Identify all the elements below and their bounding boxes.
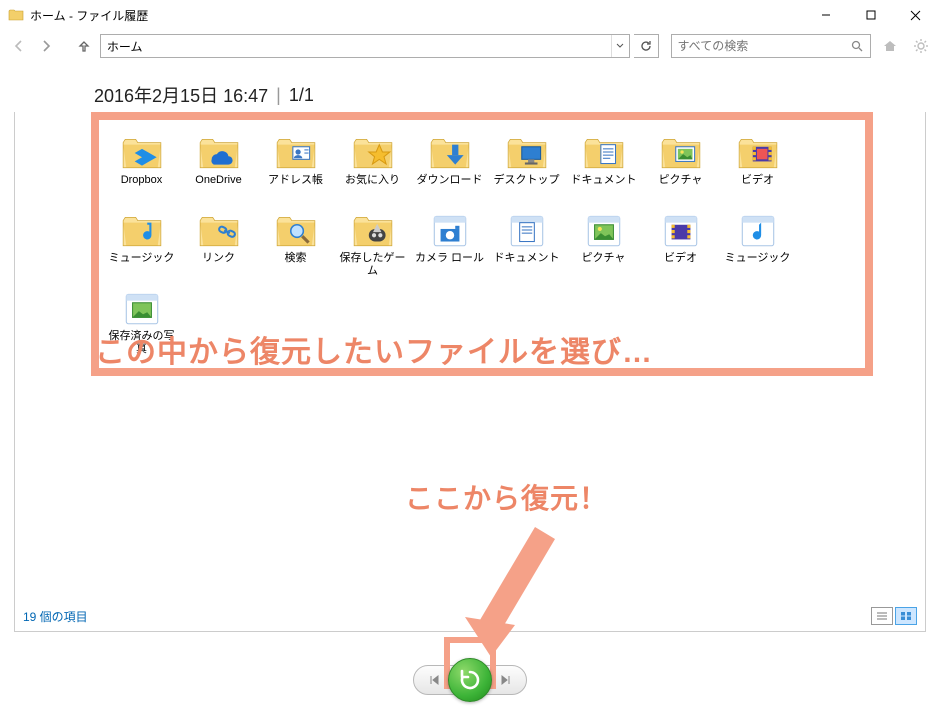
maximize-button[interactable]: [848, 0, 893, 30]
forward-button[interactable]: [35, 34, 58, 58]
folder-icon: [120, 288, 164, 328]
snapshot-header: 2016年2月15日 16:47 | 1/1: [94, 82, 926, 108]
file-panel: Dropbox OneDrive アドレス帳お気に入りダウンロードデスクトップドキュ…: [14, 112, 926, 632]
folder-label: ドキュメント: [494, 252, 560, 278]
folder-label: OneDrive: [195, 174, 241, 200]
up-button[interactable]: [73, 34, 96, 58]
folder-icon: [736, 132, 780, 172]
search-box[interactable]: [671, 34, 871, 58]
folder-item[interactable]: 検索: [257, 206, 334, 282]
content-area: 2016年2月15日 16:47 | 1/1 Dropbox OneDrive アド…: [0, 82, 940, 632]
folder-icon: [120, 132, 164, 172]
folder-label: ピクチャ: [582, 252, 626, 278]
folder-icon: [582, 132, 626, 172]
folder-label: アドレス帳: [268, 174, 323, 200]
address-input[interactable]: [101, 35, 611, 57]
item-count: 19 個の項目: [23, 608, 88, 625]
home-icon[interactable]: [879, 34, 902, 58]
folder-icon: [197, 210, 241, 250]
folder-icon: [505, 132, 549, 172]
folder-item[interactable]: カメラ ロール: [411, 206, 488, 282]
folder-label: ミュージック: [725, 252, 791, 278]
next-button[interactable]: [492, 666, 520, 694]
folder-item[interactable]: ピクチャ: [565, 206, 642, 282]
search-input[interactable]: [672, 35, 846, 57]
folder-label: 検索: [285, 252, 307, 278]
folder-label: Dropbox: [121, 174, 163, 200]
folder-icon: [197, 132, 241, 172]
gear-icon[interactable]: [909, 34, 932, 58]
folder-label: リンク: [202, 252, 235, 278]
folder-label: ビデオ: [741, 174, 774, 200]
bottom-controls: [0, 665, 940, 695]
restore-button[interactable]: [448, 658, 492, 702]
folder-item[interactable]: ビデオ: [719, 128, 796, 204]
folder-icon: [582, 210, 626, 250]
folder-item[interactable]: ドキュメント: [488, 206, 565, 282]
view-details-button[interactable]: [871, 607, 893, 625]
folder-icon: [351, 132, 395, 172]
folder-icon: [351, 210, 395, 250]
folder-label: ピクチャ: [659, 174, 703, 200]
view-icons-button[interactable]: [895, 607, 917, 625]
app-icon: [8, 7, 24, 23]
folder-label: ダウンロード: [417, 174, 483, 200]
folder-label: ビデオ: [664, 252, 697, 278]
snapshot-datetime: 2016年2月15日 16:47: [94, 82, 268, 108]
close-button[interactable]: [893, 0, 938, 30]
folder-item[interactable]: Dropbox: [103, 128, 180, 204]
folder-item[interactable]: ダウンロード: [411, 128, 488, 204]
folder-label: ドキュメント: [571, 174, 637, 200]
window-title: ホーム - ファイル履歴: [30, 7, 803, 24]
annotation-select: この中から復元したいファイルを選び…: [95, 327, 885, 371]
address-dropdown-icon[interactable]: [611, 35, 629, 57]
folder-item[interactable]: デスクトップ: [488, 128, 565, 204]
titlebar: ホーム - ファイル履歴: [0, 0, 940, 30]
folder-item[interactable]: ピクチャ: [642, 128, 719, 204]
folder-label: お気に入り: [345, 174, 400, 200]
refresh-button[interactable]: [634, 34, 659, 58]
folder-icon: [274, 210, 318, 250]
folder-item[interactable]: OneDrive: [180, 128, 257, 204]
folder-icon: [659, 210, 703, 250]
folder-icon: [274, 132, 318, 172]
view-toggles: [871, 607, 917, 625]
status-bar: 19 個の項目: [23, 605, 917, 627]
header-separator: |: [276, 85, 281, 106]
address-bar[interactable]: [100, 34, 630, 58]
folder-item[interactable]: ドキュメント: [565, 128, 642, 204]
annotation-restore: ここから復元！: [405, 477, 608, 517]
folder-item[interactable]: 保存したゲーム: [334, 206, 411, 282]
folder-item[interactable]: アドレス帳: [257, 128, 334, 204]
folder-icon: [736, 210, 780, 250]
folder-item[interactable]: ミュージック: [103, 206, 180, 282]
folder-item[interactable]: お気に入り: [334, 128, 411, 204]
folder-icon: [659, 132, 703, 172]
navbar: [0, 30, 940, 62]
back-button[interactable]: [8, 34, 31, 58]
folder-label: カメラ ロール: [415, 252, 484, 278]
folder-label: ミュージック: [109, 252, 175, 278]
folder-label: デスクトップ: [494, 174, 560, 200]
minimize-button[interactable]: [803, 0, 848, 30]
folder-item[interactable]: リンク: [180, 206, 257, 282]
folder-item[interactable]: ミュージック: [719, 206, 796, 282]
folder-label: 保存したゲーム: [336, 252, 409, 278]
folder-icon: [428, 132, 472, 172]
snapshot-page: 1/1: [289, 85, 314, 106]
folder-item[interactable]: ビデオ: [642, 206, 719, 282]
arrow-icon: [445, 517, 565, 657]
search-icon[interactable]: [846, 35, 870, 57]
folder-icon: [428, 210, 472, 250]
folder-icon: [505, 210, 549, 250]
folder-icon: [120, 210, 164, 250]
